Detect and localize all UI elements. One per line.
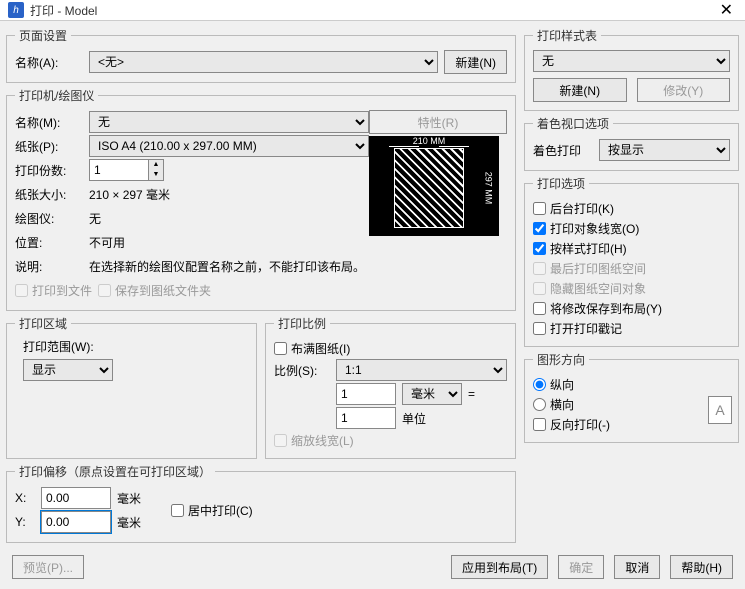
preview-width-label: 210 MM xyxy=(389,136,469,146)
plot-style-legend: 打印样式表 xyxy=(533,27,601,44)
scale-unit1-select[interactable]: 毫米 xyxy=(402,383,462,405)
page-name-select[interactable]: <无> xyxy=(89,51,438,73)
print-offset-group: 打印偏移（原点设置在可打印区域） X: 毫米 Y: 毫米 居中打印(C) xyxy=(6,463,516,543)
y-label: Y: xyxy=(15,515,35,529)
print-area-legend: 打印区域 xyxy=(15,315,71,332)
printer-name-label: 名称(M): xyxy=(15,114,83,131)
y-unit: 毫米 xyxy=(117,514,141,531)
desc-value: 在选择新的绘图仪配置名称之前，不能打印该布局。 xyxy=(89,258,365,275)
page-setup-legend: 页面设置 xyxy=(15,27,71,44)
plot-style-select[interactable]: 无 xyxy=(533,50,730,72)
reverse-print-check[interactable]: 反向打印(-) xyxy=(533,414,730,434)
copies-input[interactable] xyxy=(89,159,149,181)
center-print-check[interactable]: 居中打印(C) xyxy=(171,500,253,520)
orientation-icon: A xyxy=(708,396,732,424)
new-page-button[interactable]: 新建(N) xyxy=(444,50,507,74)
shade-select[interactable]: 按显示 xyxy=(599,139,730,161)
equals-label: = xyxy=(468,387,475,401)
scale-num2-input[interactable] xyxy=(336,407,396,429)
location-value: 不可用 xyxy=(89,234,125,251)
lineweight-check[interactable]: 打印对象线宽(O) xyxy=(533,218,730,238)
x-input[interactable] xyxy=(41,487,111,509)
print-scale-legend: 打印比例 xyxy=(274,315,330,332)
x-unit: 毫米 xyxy=(117,490,141,507)
portrait-radio[interactable]: 纵向 xyxy=(533,374,730,394)
page-name-label: 名称(A): xyxy=(15,54,83,71)
style-new-button[interactable]: 新建(N) xyxy=(533,78,627,102)
cancel-button[interactable]: 取消 xyxy=(614,555,660,579)
style-modify-button: 修改(Y) xyxy=(637,78,731,102)
plotter-label: 绘图仪: xyxy=(15,210,83,227)
location-label: 位置: xyxy=(15,234,83,251)
scale-label: 比例(S): xyxy=(274,362,330,379)
orientation-group: 图形方向 纵向 横向 反向打印(-) A xyxy=(524,351,739,443)
range-label: 打印范围(W): xyxy=(23,338,248,355)
landscape-radio[interactable]: 横向 xyxy=(533,394,730,414)
bystyle-check[interactable]: 按样式打印(H) xyxy=(533,238,730,258)
shade-label: 着色打印 xyxy=(533,142,593,159)
help-button[interactable]: 帮助(H) xyxy=(670,555,733,579)
size-label: 纸张大小: xyxy=(15,186,83,203)
copies-label: 打印份数: xyxy=(15,162,83,179)
page-setup-group: 页面设置 名称(A): <无> 新建(N) xyxy=(6,27,516,83)
save-to-paper-check: 保存到图纸文件夹 xyxy=(98,280,211,300)
y-input[interactable] xyxy=(41,511,111,533)
titlebar: h 打印 - Model ✕ xyxy=(0,0,745,21)
app-icon: h xyxy=(8,2,24,18)
apply-layout-button[interactable]: 应用到布局(T) xyxy=(451,555,548,579)
range-select[interactable]: 显示 xyxy=(23,359,113,381)
save-layout-check[interactable]: 将修改保存到布局(Y) xyxy=(533,298,730,318)
print-options-group: 打印选项 后台打印(K) 打印对象线宽(O) 按样式打印(H) 最后打印图纸空间… xyxy=(524,175,739,347)
bg-print-check[interactable]: 后台打印(K) xyxy=(533,198,730,218)
desc-label: 说明: xyxy=(15,258,83,275)
close-icon[interactable]: ✕ xyxy=(716,0,737,20)
properties-button: 特性(R) xyxy=(369,110,507,134)
scale-lw-check: 缩放线宽(L) xyxy=(274,430,507,450)
print-to-file-check: 打印到文件 xyxy=(15,280,92,300)
shade-group: 着色视口选项 着色打印 按显示 xyxy=(524,115,739,171)
scale-unit2-label: 单位 xyxy=(402,410,426,427)
printer-group: 打印机/绘图仪 名称(M): 无 纸张(P): ISO A4 (210.00 x… xyxy=(6,87,516,311)
paper-preview: 210 MM 297 MM xyxy=(369,136,499,236)
print-area-group: 打印区域 打印范围(W): 显示 xyxy=(6,315,257,459)
plotter-value: 无 xyxy=(89,210,101,227)
preview-height-label: 297 MM xyxy=(481,148,495,228)
spin-down-icon[interactable]: ▼ xyxy=(149,170,163,180)
scale-num1-input[interactable] xyxy=(336,383,396,405)
preview-paper xyxy=(394,148,464,228)
ok-button: 确定 xyxy=(558,555,604,579)
copies-spinner[interactable]: ▲▼ xyxy=(89,159,164,181)
stamp-check[interactable]: 打开打印戳记 xyxy=(533,318,730,338)
printer-legend: 打印机/绘图仪 xyxy=(15,87,98,104)
last-space-check: 最后打印图纸空间 xyxy=(533,258,730,278)
orientation-legend: 图形方向 xyxy=(533,351,589,368)
print-scale-group: 打印比例 布满图纸(I) 比例(S): 1:1 毫米 = 单位 缩放线宽 xyxy=(265,315,516,459)
spin-up-icon[interactable]: ▲ xyxy=(149,160,163,170)
shade-legend: 着色视口选项 xyxy=(533,115,613,132)
hide-space-check: 隐藏图纸空间对象 xyxy=(533,278,730,298)
size-value: 210 × 297 毫米 xyxy=(89,186,170,203)
paper-select[interactable]: ISO A4 (210.00 x 297.00 MM) xyxy=(89,135,369,157)
preview-button: 预览(P)... xyxy=(12,555,84,579)
fit-to-paper-check[interactable]: 布满图纸(I) xyxy=(274,338,507,358)
printer-name-select[interactable]: 无 xyxy=(89,111,369,133)
paper-label: 纸张(P): xyxy=(15,138,83,155)
scale-select[interactable]: 1:1 xyxy=(336,359,507,381)
plot-style-group: 打印样式表 无 新建(N) 修改(Y) xyxy=(524,27,739,111)
window-title: 打印 - Model xyxy=(30,2,97,19)
print-options-legend: 打印选项 xyxy=(533,175,589,192)
print-offset-legend: 打印偏移（原点设置在可打印区域） xyxy=(15,463,215,480)
